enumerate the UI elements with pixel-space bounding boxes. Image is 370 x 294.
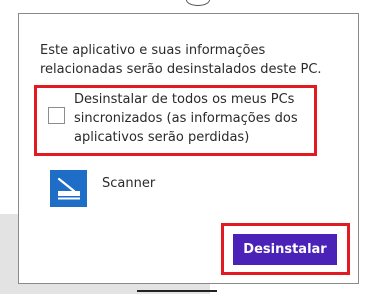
uninstall-flyout: Este aplicativo e suas informações relac… [18,13,359,284]
app-name: Scanner [102,176,156,191]
background-fragment [170,0,220,8]
option-label-line: aplicativos serão perdidas) [74,130,250,145]
scanner-icon [50,170,87,207]
option-label-line: sincronizados (as informações dos [74,111,298,126]
uninstall-all-pcs-checkbox[interactable] [48,107,65,124]
option-label-line: Desinstalar de todos os meus PCs [74,92,295,107]
uninstall-message: Este aplicativo e suas informações relac… [40,41,340,79]
background-underline [137,290,217,292]
uninstall-message-line: relacionadas serão desinstalados deste P… [40,62,322,77]
uninstall-message-line: Este aplicativo e suas informações [40,43,266,58]
uninstall-all-pcs-label[interactable]: Desinstalar de todos os meus PCs sincron… [74,90,298,147]
uninstall-button[interactable]: Desinstalar [233,234,337,265]
